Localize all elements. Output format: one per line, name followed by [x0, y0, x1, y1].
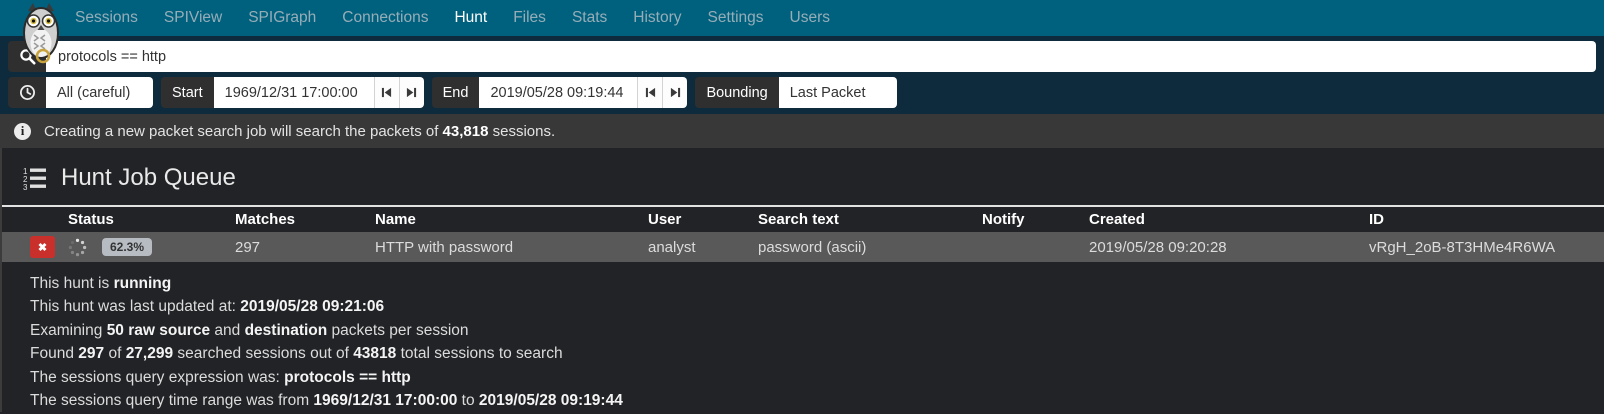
cell-search-text: password (ascii) — [750, 232, 974, 262]
nav-settings[interactable]: Settings — [695, 9, 777, 27]
bounding-label: Bounding — [695, 77, 778, 108]
nav-connections[interactable]: Connections — [329, 9, 441, 27]
start-step-backward-button[interactable] — [374, 77, 399, 108]
start-time-input[interactable] — [214, 77, 374, 108]
header-created: Created — [1081, 206, 1361, 232]
step-backward-icon — [645, 87, 656, 98]
detail-line-examining: Examining 50 raw source and destination … — [30, 319, 1604, 342]
time-controls-row: All (careful) Start End — [8, 77, 1596, 108]
cell-notify — [974, 232, 1081, 262]
cell-created: 2019/05/28 09:20:28 — [1081, 232, 1361, 262]
hunt-details: This hunt is running This hunt was last … — [2, 262, 1604, 412]
header-notify: Notify — [974, 206, 1081, 232]
header-status: Status — [60, 206, 227, 232]
nav-files[interactable]: Files — [500, 9, 559, 27]
clock-icon — [19, 84, 36, 101]
start-label: Start — [161, 77, 214, 108]
progress-badge: 62.3% — [102, 238, 152, 256]
bounding-select[interactable]: Last Packet — [779, 77, 897, 108]
cell-user: analyst — [640, 232, 750, 262]
end-step-backward-button[interactable] — [637, 77, 662, 108]
step-forward-icon — [670, 87, 681, 98]
nav-sessions[interactable]: Sessions — [62, 9, 151, 27]
svg-text:3: 3 — [23, 183, 28, 190]
time-range-select[interactable]: All (careful) — [46, 77, 153, 108]
list-ol-icon: 1 2 3 — [22, 166, 46, 190]
header-id: ID — [1361, 206, 1604, 232]
query-section: All (careful) Start End — [0, 36, 1604, 114]
search-input[interactable] — [46, 41, 1596, 72]
page-title: 1 2 3 Hunt Job Queue — [2, 148, 1604, 205]
nav-users[interactable]: Users — [777, 9, 843, 27]
page-title-text: Hunt Job Queue — [61, 164, 236, 192]
end-step-forward-button[interactable] — [662, 77, 687, 108]
nav-spiview[interactable]: SPIView — [151, 9, 235, 27]
spinner-icon — [68, 238, 87, 257]
detail-line-expression: The sessions query expression was: proto… — [30, 366, 1604, 389]
end-time-group: End — [432, 77, 688, 108]
header-matches: Matches — [227, 206, 367, 232]
cancel-hunt-button[interactable]: ✖ — [30, 236, 55, 258]
info-bar: i Creating a new packet search job will … — [0, 114, 1604, 148]
bounding-group: Bounding Last Packet — [695, 77, 896, 108]
header-name: Name — [367, 206, 640, 232]
step-backward-icon — [381, 87, 392, 98]
start-step-forward-button[interactable] — [399, 77, 424, 108]
time-range-group: All (careful) — [8, 77, 153, 108]
hunt-job-table: Status Matches Name User Search text Not… — [2, 205, 1604, 262]
start-time-group: Start — [161, 77, 424, 108]
hunt-content: 1 2 3 Hunt Job Queue Status Matches Name… — [0, 148, 1604, 412]
step-forward-icon — [406, 87, 417, 98]
nav-history[interactable]: History — [620, 9, 694, 27]
table-header-row: Status Matches Name User Search text Not… — [2, 206, 1604, 232]
nav-hunt[interactable]: Hunt — [441, 9, 500, 27]
top-navbar: Sessions SPIView SPIGraph Connections Hu… — [0, 0, 1604, 36]
moloch-owl-logo[interactable] — [18, 1, 64, 65]
header-user: User — [640, 206, 750, 232]
cell-matches: 297 — [227, 232, 367, 262]
hunt-job-row: ✖ — [2, 232, 1604, 262]
info-icon: i — [14, 123, 31, 140]
info-message: Creating a new packet search job will se… — [44, 123, 555, 140]
detail-line-time-range: The sessions query time range was from 1… — [30, 389, 1604, 412]
nav-spigraph[interactable]: SPIGraph — [235, 9, 329, 27]
search-row — [8, 41, 1596, 72]
cell-id: vRgH_2oB-8T3HMe4R6WA — [1361, 232, 1604, 262]
end-time-input[interactable] — [479, 77, 637, 108]
header-actions — [2, 206, 60, 232]
detail-line-status: This hunt is running — [30, 272, 1604, 295]
cell-name: HTTP with password — [367, 232, 640, 262]
detail-line-updated: This hunt was last updated at: 2019/05/2… — [30, 295, 1604, 318]
end-label: End — [432, 77, 480, 108]
time-range-button[interactable] — [8, 77, 46, 108]
header-search-text: Search text — [750, 206, 974, 232]
nav-stats[interactable]: Stats — [559, 9, 620, 27]
detail-line-found: Found 297 of 27,299 searched sessions ou… — [30, 342, 1604, 365]
